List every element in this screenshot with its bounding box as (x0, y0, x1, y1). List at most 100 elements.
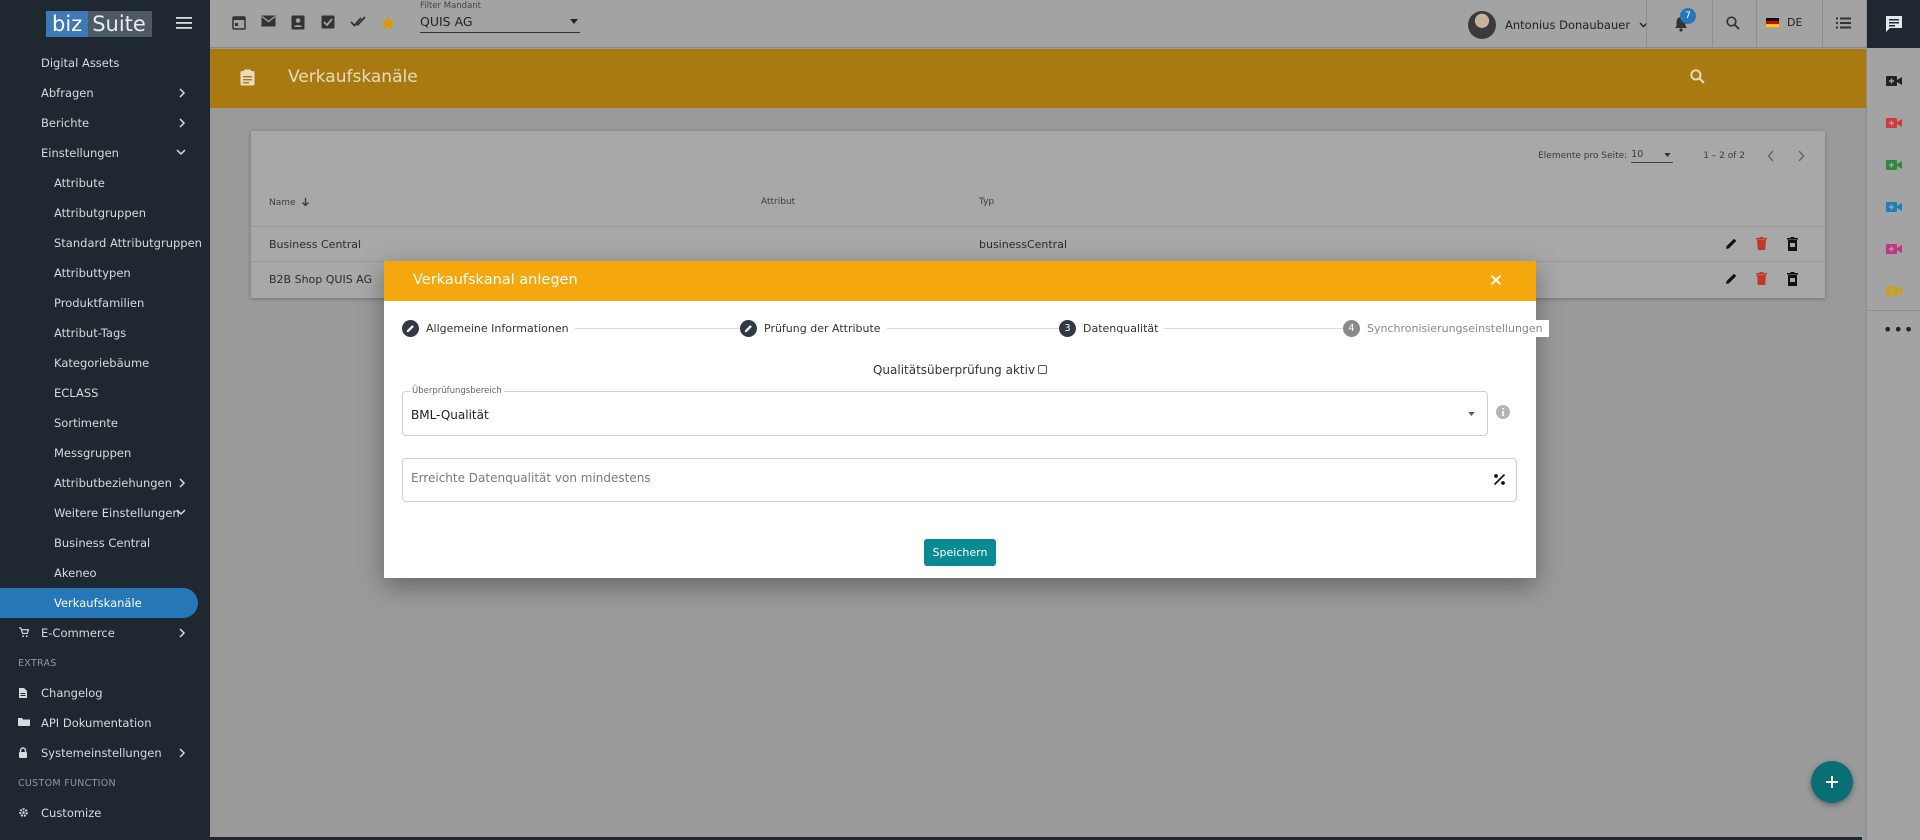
edit-icon[interactable] (1725, 272, 1738, 285)
sidebar-item-akeneo[interactable]: Akeneo (0, 558, 210, 588)
caret-down-icon (570, 19, 578, 24)
search-icon[interactable] (1690, 69, 1705, 84)
video-call-yellow-icon[interactable] (1886, 285, 1902, 297)
sidebar-item-attributgruppen[interactable]: Attributgruppen (0, 198, 210, 228)
avatar (1468, 11, 1496, 39)
calendar-icon[interactable] (232, 15, 246, 30)
mandant-filter-label: Filter Mandant (420, 1, 482, 11)
step-number: 3 (1059, 320, 1076, 337)
lock-icon (18, 747, 28, 759)
chevron-down-icon (176, 508, 186, 516)
mail-icon[interactable] (261, 15, 276, 27)
sidebar-item-sortimente[interactable]: Sortimente (0, 408, 210, 438)
list-icon[interactable] (1836, 17, 1851, 29)
sidebar-item-messgruppen[interactable]: Messgruppen (0, 438, 210, 468)
sidebar-item-abfragen[interactable]: Abfragen (0, 78, 210, 108)
info-icon[interactable] (1496, 405, 1510, 419)
sidebar-item-kategoriebaeume[interactable]: Kategoriebäume (0, 348, 210, 378)
delete-icon[interactable] (1756, 272, 1767, 285)
sidebar-item-attribut-tags[interactable]: Attribut-Tags (0, 318, 210, 348)
app-logo[interactable]: biz Suite (46, 11, 152, 37)
archive-delete-icon[interactable] (1787, 237, 1798, 251)
right-rail: ••• (1866, 0, 1920, 840)
plus-icon (1825, 775, 1839, 789)
step-done-badge (740, 320, 757, 337)
video-call-blue-icon[interactable] (1886, 201, 1902, 213)
star-icon[interactable] (380, 15, 396, 31)
sidebar-item-api-dokumentation[interactable]: API Dokumentation (0, 708, 210, 738)
sidebar-item-verkaufskanaele[interactable]: Verkaufskanäle (0, 588, 198, 618)
items-per-page-value: 10 (1631, 149, 1644, 160)
edit-icon[interactable] (1725, 237, 1738, 250)
chevron-right-icon (178, 478, 186, 488)
contact-card-icon[interactable] (291, 15, 305, 30)
column-header-name[interactable]: Name (269, 197, 310, 208)
quality-check-checkbox[interactable] (1038, 365, 1048, 374)
delete-icon[interactable] (1756, 237, 1767, 250)
step-synchronisierungseinstellungen[interactable]: 4 Synchronisierungseinstellungen (1343, 320, 1549, 337)
next-page-icon[interactable] (1797, 150, 1805, 162)
video-call-red-icon[interactable] (1886, 117, 1902, 129)
chat-button[interactable] (1867, 0, 1920, 48)
more-horizontal-icon[interactable]: ••• (1883, 320, 1914, 339)
language-switcher[interactable]: DE (1766, 16, 1802, 29)
gear-icon (18, 807, 29, 818)
sidebar-item-weitere-einstellungen[interactable]: Weitere Einstellungen (0, 498, 210, 528)
edit-icon (744, 324, 753, 333)
divider (1712, 0, 1713, 48)
archive-delete-icon[interactable] (1787, 272, 1798, 286)
sidebar-item-eclass[interactable]: ECLASS (0, 378, 210, 408)
create-sales-channel-dialog: Verkaufskanal anlegen Allgemeine Informa… (384, 261, 1549, 578)
sidebar-item-einstellungen[interactable]: Einstellungen (0, 138, 210, 168)
cart-icon (18, 627, 29, 638)
video-call-green-icon[interactable] (1886, 159, 1902, 171)
sidebar-item-standard-attributgruppen[interactable]: Standard Attributgruppen (0, 228, 210, 258)
items-per-page-label: Elemente pro Seite: (1538, 151, 1628, 161)
sidebar-item-produktfamilien[interactable]: Produktfamilien (0, 288, 210, 318)
save-button[interactable]: Speichern (924, 539, 996, 566)
sidebar-item-business-central[interactable]: Business Central (0, 528, 210, 558)
sidebar-item-e-commerce[interactable]: E-Commerce (0, 618, 210, 648)
step-done-badge (402, 320, 419, 337)
column-header-attribut[interactable]: Attribut (761, 197, 795, 207)
sidebar-item-digital-assets[interactable]: Digital Assets (0, 48, 210, 78)
menu-icon[interactable] (176, 16, 192, 30)
search-icon[interactable] (1726, 16, 1740, 30)
sidebar-item-attributtypen[interactable]: Attributtypen (0, 258, 210, 288)
mandant-select[interactable]: QUIS AG (420, 14, 580, 33)
sidebar-item-changelog[interactable]: Changelog (0, 678, 210, 708)
user-menu[interactable]: Antonius Donaubauer (1468, 11, 1648, 39)
language-code: DE (1787, 16, 1803, 29)
user-name: Antonius Donaubauer (1505, 18, 1631, 32)
previous-page-icon[interactable] (1767, 150, 1775, 162)
caret-down-icon (1664, 153, 1671, 157)
caret-down-icon (1468, 412, 1475, 416)
dialog-header: Verkaufskanal anlegen (384, 261, 1536, 301)
step-datenqualitaet[interactable]: 3 Datenqualität (1059, 320, 1165, 337)
sidebar-item-attributbeziehungen[interactable]: Attributbeziehungen (0, 468, 210, 498)
close-icon[interactable] (1490, 274, 1502, 286)
step-number: 4 (1343, 320, 1360, 337)
video-call-pink-icon[interactable] (1886, 243, 1902, 255)
chevron-right-icon (178, 88, 186, 98)
sidebar-item-customize[interactable]: Customize (0, 798, 210, 828)
double-check-icon[interactable] (350, 15, 367, 28)
mandant-filter: Filter Mandant QUIS AG (420, 1, 580, 33)
sidebar-item-label: Attributgruppen (54, 206, 146, 220)
video-call-icon[interactable] (1886, 75, 1902, 87)
sidebar-item-attribute[interactable]: Attribute (0, 168, 210, 198)
divider (1822, 0, 1823, 48)
items-per-page-select[interactable]: 10 (1631, 149, 1674, 163)
min-quality-input[interactable] (411, 471, 1471, 485)
scope-select[interactable]: Überprüfungsbereich BML-Qualität (402, 386, 1488, 436)
step-pruefung-der-attribute[interactable]: Prüfung der Attribute (740, 320, 887, 337)
edit-icon (406, 324, 415, 333)
column-header-typ[interactable]: Typ (979, 197, 994, 207)
add-button[interactable] (1811, 761, 1853, 803)
sidebar-item-label: Sortimente (54, 416, 118, 430)
sidebar-item-systemeinstellungen[interactable]: Systemeinstellungen (0, 738, 210, 768)
sidebar-item-berichte[interactable]: Berichte (0, 108, 210, 138)
task-checkbox-icon[interactable] (321, 15, 335, 29)
step-allgemeine-informationen[interactable]: Allgemeine Informationen (402, 320, 575, 337)
table-row[interactable]: Business Central businessCentral (251, 226, 1825, 261)
